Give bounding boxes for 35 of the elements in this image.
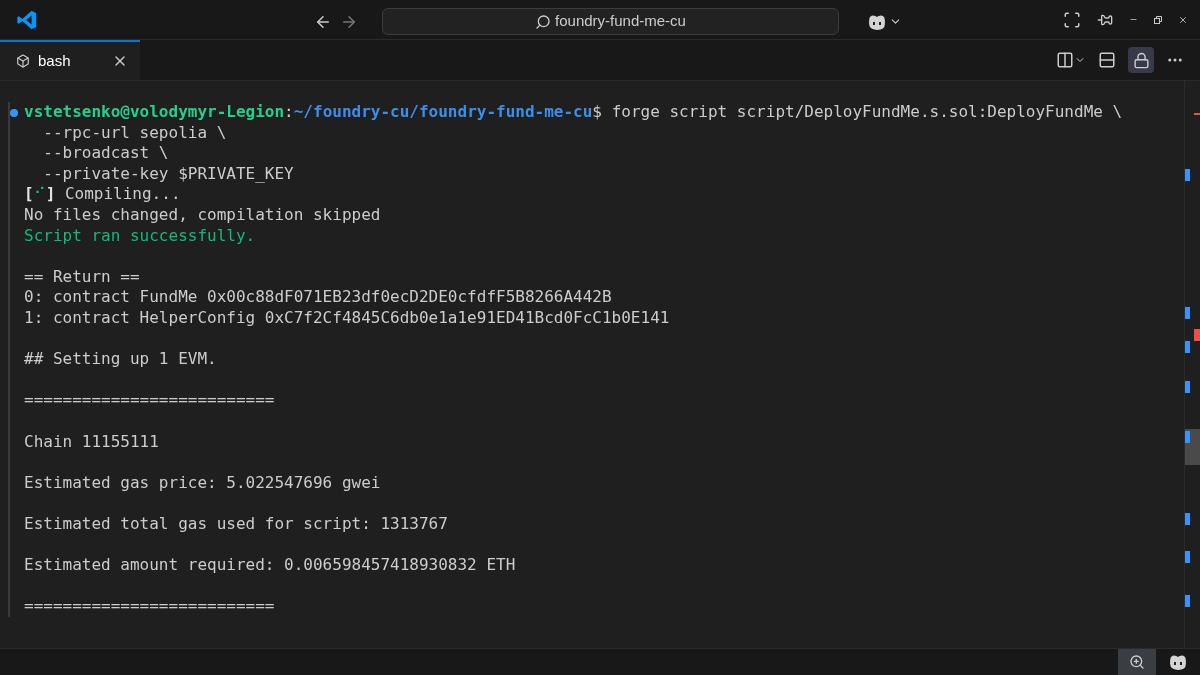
terminal-line: 0: contract FundMe 0x00c88dF071EB23df0ecD2DE0cfdfF5B8266A442B [24,287,612,307]
lock-icon [1132,51,1150,69]
terminal-line: No files changed, compilation skipped [24,204,381,224]
split-editor-icon[interactable] [1056,51,1074,69]
split-down-icon[interactable] [1098,51,1116,69]
terminal-line: --broadcast \ [42,143,169,163]
terminal-line: vstetsenko@volodymyr-Legion:~/foundry-cu/foundry-fund-me-cu$ forge script script/DeployFundMe.s.sol:DeployFundMe \ [24,102,1123,121]
terminal-line: Estimated amount required: 0.006598457418930832 ETH [24,555,516,575]
terminal-line: == Return == [24,266,140,286]
terminal-line: Chain 11155111 [24,431,159,451]
fullscreen-icon[interactable] [1063,10,1081,29]
terminal-line: [⠊] Compiling... [24,184,181,204]
zoom-button[interactable] [1118,649,1156,675]
lock-button[interactable] [1128,47,1154,73]
copilot-status-icon[interactable] [1168,653,1188,671]
terminal-line: --private-key $PRIVATE_KEY [42,163,294,183]
search-icon [535,13,552,30]
close-icon[interactable] [1178,14,1188,25]
zoom-in-icon [1129,654,1145,670]
search-field[interactable]: foundry-fund-me-cu [382,8,839,35]
terminal-line: ## Setting up 1 EVM. [24,349,217,369]
terminal-line: ========================== [24,390,275,410]
cube-icon [16,54,30,68]
terminal-line: Estimated gas price: 5.022547696 gwei [24,472,381,492]
terminal-line: 1: contract HelperConfig 0xC7f2Cf4845C6db0e1a1e91ED41Bcd0FcC1b0E141 [24,307,670,327]
terminal-line: --rpc-url sepolia \ [42,122,227,142]
restore-icon[interactable] [1154,15,1162,24]
terminal-line: Estimated total gas used for script: 1313767 [24,513,448,533]
terminal-tab[interactable]: bash [0,40,140,80]
terminal-line: ========================== [24,596,275,616]
terminal-line: Script ran successfully. [24,225,256,245]
search-text: foundry-fund-me-cu [555,11,686,32]
scrollbar[interactable] [1184,81,1200,648]
editor-logo-icon[interactable] [16,8,38,31]
copilot-icon[interactable] [867,12,887,31]
